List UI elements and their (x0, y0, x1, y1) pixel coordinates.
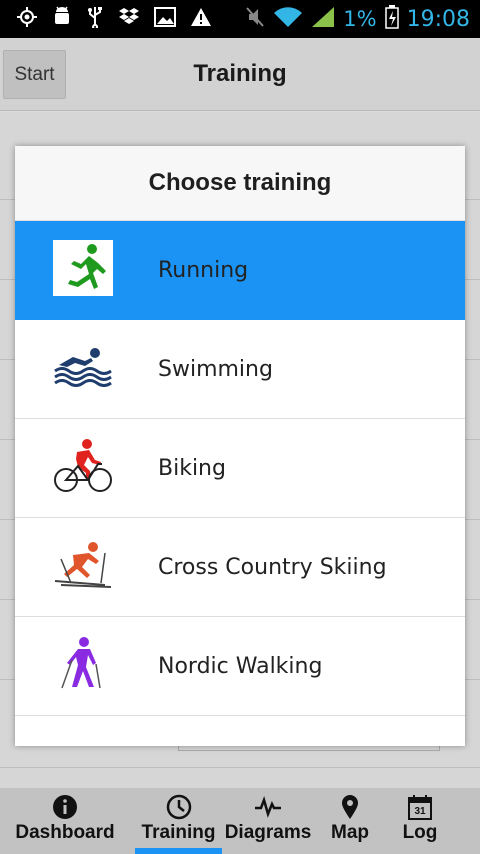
clock-time: 19:08 (406, 6, 470, 32)
training-option-running[interactable]: Running (15, 221, 465, 320)
tab-label: Map (331, 822, 369, 843)
map-pin-icon (341, 794, 359, 820)
training-option-swimming[interactable]: Swimming (15, 320, 465, 419)
bottom-tab-bar: Dashboard Training Diagrams Map 31 Log (0, 788, 480, 854)
tab-label: Diagrams (224, 822, 312, 843)
training-option-biking[interactable]: Biking (15, 419, 465, 518)
page-title: Training (193, 60, 287, 87)
training-option-cross-country-skiing[interactable]: Cross Country Skiing (15, 518, 465, 617)
calendar-icon: 31 (408, 794, 432, 820)
dropbox-icon (118, 7, 140, 32)
image-icon (154, 6, 176, 32)
mute-icon (245, 6, 265, 33)
option-label: Biking (158, 455, 226, 481)
choose-training-dialog: Choose training Running Swimming Biking … (15, 146, 465, 746)
tab-label: Log (402, 822, 438, 843)
swimming-icon (53, 339, 113, 395)
tab-training[interactable]: Training (135, 788, 222, 854)
skiing-icon (53, 537, 113, 593)
usb-icon (86, 6, 104, 33)
tab-dashboard[interactable]: Dashboard (0, 788, 130, 854)
battery-percent: 1% (343, 7, 377, 31)
battery-icon (384, 4, 399, 34)
option-label: Cross Country Skiing (158, 554, 387, 580)
clock-icon (166, 794, 192, 820)
option-label: Running (158, 257, 249, 283)
gps-icon (16, 6, 38, 33)
option-label: Swimming (158, 356, 273, 382)
status-bar: 1% 19:08 (0, 0, 480, 38)
wifi-icon (273, 6, 303, 33)
tab-diagrams[interactable]: Diagrams (222, 788, 314, 854)
warning-icon (190, 7, 212, 32)
tab-map[interactable]: Map (314, 788, 386, 854)
option-label: Nordic Walking (158, 653, 323, 679)
running-icon (53, 240, 113, 296)
tab-label: Dashboard (15, 822, 115, 843)
training-option-nordic-walking[interactable]: Nordic Walking (15, 617, 465, 716)
dialog-title: Choose training (15, 146, 465, 221)
calendar-day: 31 (414, 806, 426, 817)
pulse-icon (254, 794, 282, 820)
title-bar: Start Training (0, 38, 480, 111)
signal-icon (311, 6, 335, 33)
tab-log[interactable]: 31 Log (386, 788, 454, 854)
tab-label: Training (141, 822, 216, 843)
info-icon (52, 794, 78, 820)
nordic-walking-icon (53, 636, 113, 692)
biking-icon (53, 438, 113, 494)
android-debug-icon (52, 6, 72, 33)
